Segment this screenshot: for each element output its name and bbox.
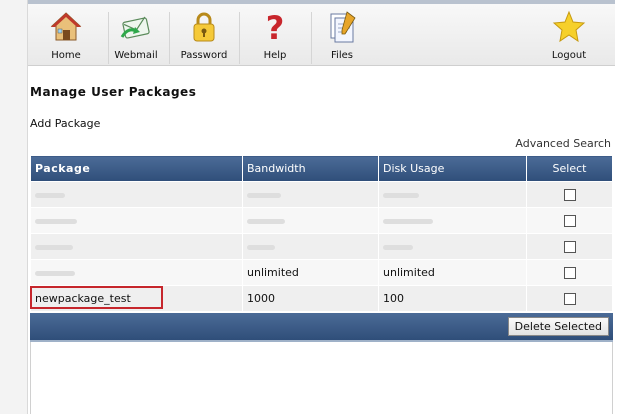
toolbar-divider	[108, 12, 109, 64]
table-row	[30, 181, 613, 208]
redacted-text	[383, 192, 419, 198]
row-select-checkbox[interactable]	[563, 267, 576, 279]
page-title: Manage User Packages	[30, 85, 197, 99]
redacted-text	[35, 270, 75, 276]
files-label: Files	[331, 50, 353, 61]
help-label: Help	[263, 50, 287, 61]
lock-icon	[187, 10, 221, 44]
home-icon	[49, 10, 83, 44]
webmail-button[interactable]: Webmail	[114, 8, 158, 66]
page-left-margin	[0, 0, 28, 414]
redacted-text	[247, 192, 281, 198]
column-header-package[interactable]: Package	[30, 155, 243, 182]
add-package-link[interactable]: Add Package	[30, 117, 100, 130]
toolbar-divider	[239, 12, 240, 64]
table-footer-bar: Delete Selected	[30, 313, 613, 342]
star-icon	[552, 10, 586, 44]
table-row: unlimited unlimited	[30, 259, 613, 286]
delete-selected-button[interactable]: Delete Selected	[507, 317, 609, 336]
webmail-label: Webmail	[114, 50, 158, 61]
password-button[interactable]: Password	[178, 8, 230, 66]
package-cell	[30, 181, 243, 208]
package-cell	[30, 259, 243, 286]
top-toolbar: Home Webmail Password ? Help Files Logou…	[28, 0, 615, 66]
package-cell	[30, 207, 243, 234]
toolbar-divider	[169, 12, 170, 64]
column-header-select: Select	[526, 155, 613, 182]
toolbar-divider	[311, 12, 312, 64]
bandwidth-cell	[242, 233, 379, 260]
redacted-text	[247, 218, 285, 224]
select-cell	[526, 233, 613, 260]
redacted-text	[247, 244, 275, 250]
redacted-text	[383, 244, 413, 250]
disk-usage-cell: unlimited	[378, 259, 527, 286]
home-label: Home	[51, 50, 81, 61]
row-select-checkbox[interactable]	[563, 293, 576, 305]
disk-usage-cell	[378, 181, 527, 208]
main-content: Home Webmail Password ? Help Files Logou…	[28, 0, 617, 414]
table-row	[30, 207, 613, 234]
password-label: Password	[180, 50, 228, 61]
webmail-icon	[119, 10, 153, 44]
row-select-checkbox[interactable]	[563, 189, 576, 201]
highlight-annotation-box	[30, 286, 163, 309]
redacted-text	[35, 192, 65, 198]
row-select-checkbox[interactable]	[563, 215, 576, 227]
package-cell	[30, 233, 243, 260]
redacted-text	[35, 244, 73, 250]
disk-usage-cell: 100	[378, 285, 527, 312]
bandwidth-cell	[242, 207, 379, 234]
files-button[interactable]: Files	[325, 8, 359, 66]
redacted-text	[35, 218, 77, 224]
bandwidth-cell: 1000	[242, 285, 379, 312]
bandwidth-cell	[242, 181, 379, 208]
select-cell	[526, 285, 613, 312]
column-header-disk-usage[interactable]: Disk Usage	[378, 155, 527, 182]
help-button[interactable]: ? Help	[258, 8, 292, 66]
select-cell	[526, 207, 613, 234]
disk-usage-cell	[378, 207, 527, 234]
redacted-text	[383, 218, 433, 224]
files-icon	[325, 10, 359, 44]
disk-usage-cell	[378, 233, 527, 260]
home-button[interactable]: Home	[48, 8, 84, 66]
table-header-row: Package Bandwidth Disk Usage Select	[30, 155, 613, 182]
logout-button[interactable]: Logout	[550, 8, 588, 66]
help-icon: ?	[258, 9, 292, 47]
empty-content-area	[30, 342, 613, 414]
row-select-checkbox[interactable]	[563, 241, 576, 253]
svg-text:?: ?	[266, 10, 285, 44]
select-cell	[526, 181, 613, 208]
advanced-search-link[interactable]: Advanced Search	[515, 137, 611, 150]
logout-label: Logout	[551, 50, 587, 61]
table-row	[30, 233, 613, 260]
column-header-bandwidth[interactable]: Bandwidth	[242, 155, 379, 182]
bandwidth-cell: unlimited	[242, 259, 379, 286]
select-cell	[526, 259, 613, 286]
